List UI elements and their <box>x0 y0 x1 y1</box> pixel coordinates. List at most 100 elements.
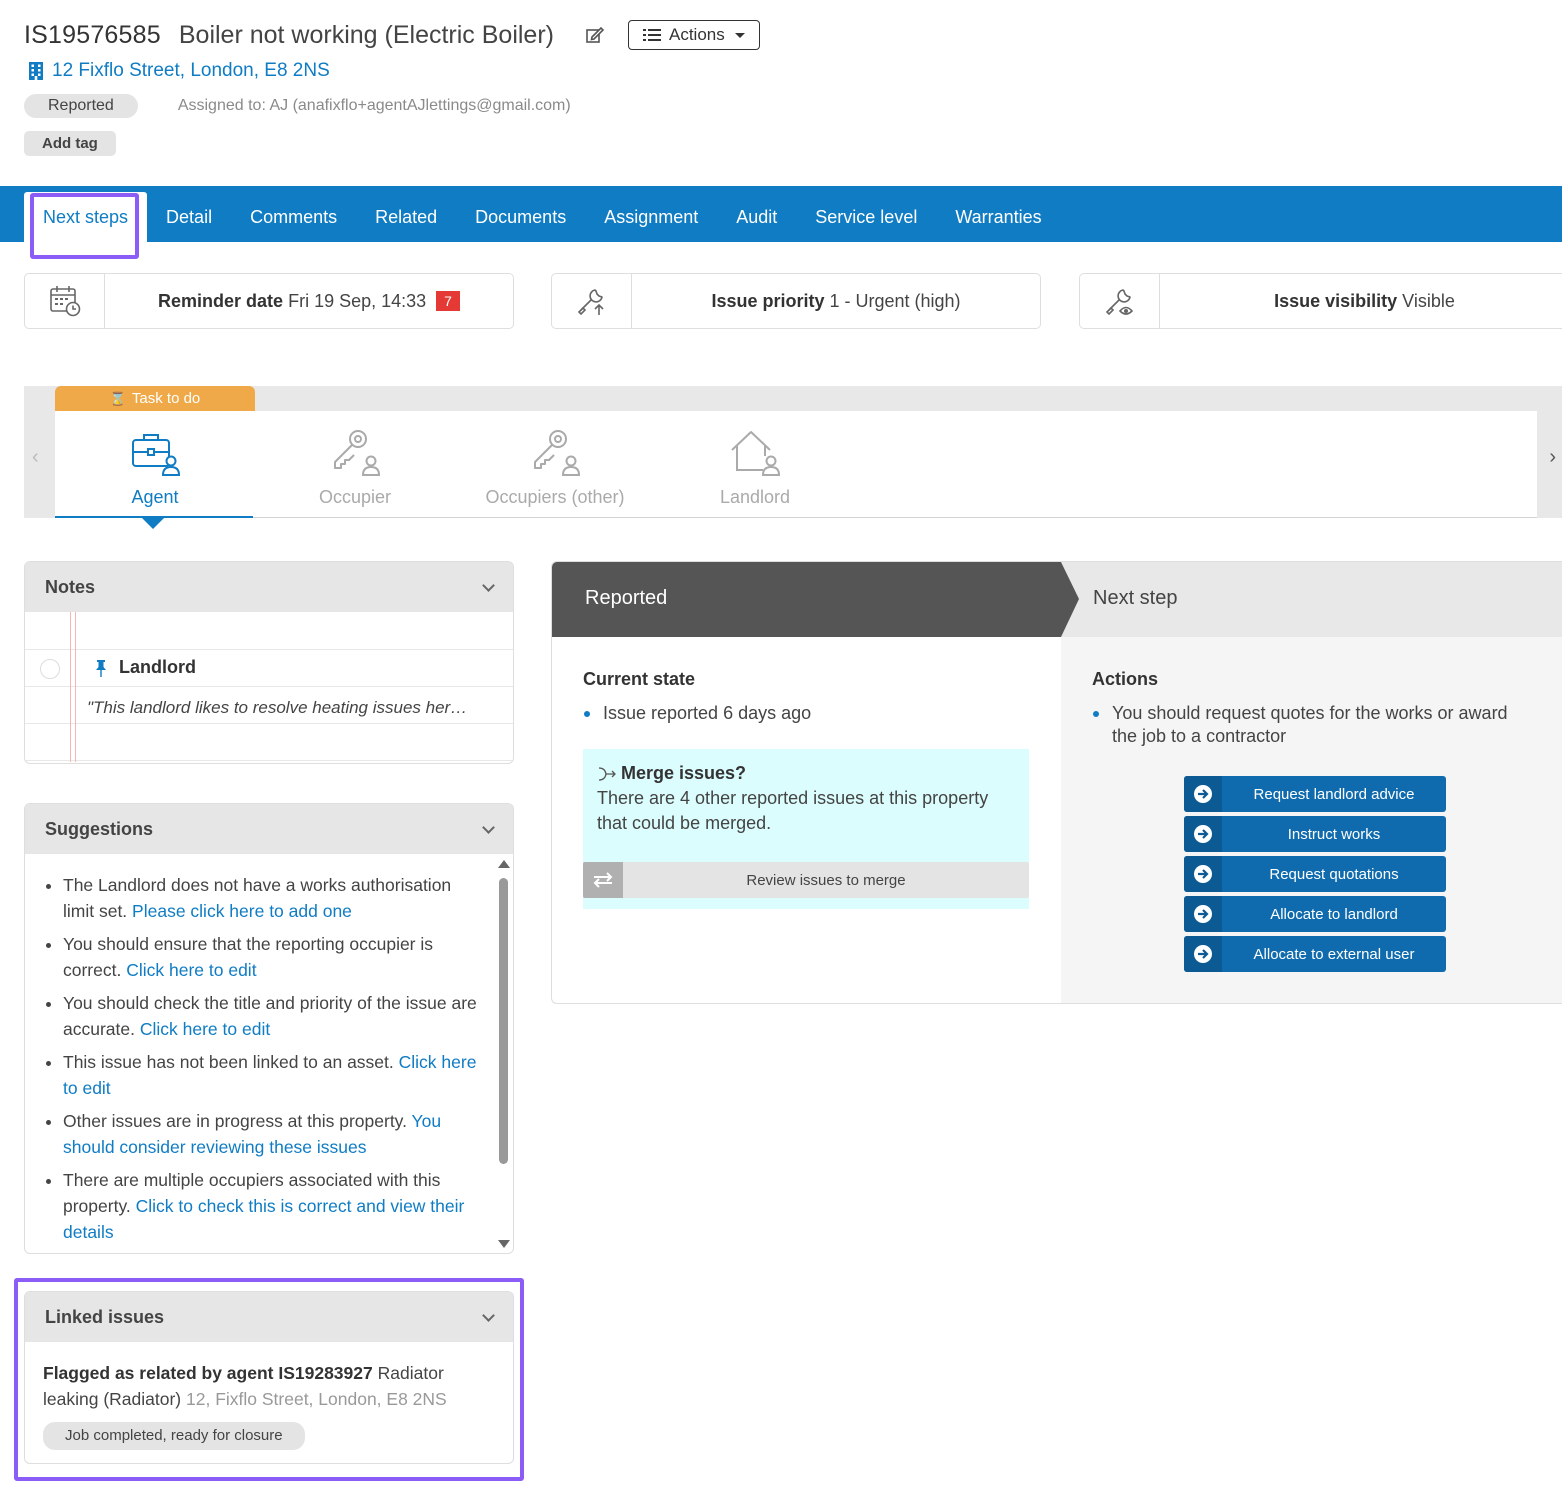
task-to-do-label: Task to do <box>131 390 201 407</box>
linked-issues-panel: Linked issues Flagged as related by agen… <box>24 1291 514 1464</box>
notes-header[interactable]: Notes <box>25 562 513 612</box>
party-occupiers-other[interactable]: Occupiers (other) <box>455 425 655 508</box>
arrow-right-circle-icon <box>1194 945 1212 963</box>
edit-title-link[interactable]: Click here to edit <box>140 1019 270 1039</box>
party-agent[interactable]: Agent <box>55 425 255 508</box>
scrollbar-thumb[interactable] <box>499 878 508 1164</box>
linked-flag-label: Flagged as related by agent IS19283927 <box>43 1363 373 1383</box>
tab-assignment[interactable]: Assignment <box>585 192 717 242</box>
tab-bar: Next steps Detail Comments Related Docum… <box>0 186 1562 242</box>
party-occupier[interactable]: Occupier <box>255 425 455 508</box>
priority-value: 1 - Urgent (high) <box>829 290 961 311</box>
chevron-down-icon <box>734 32 745 38</box>
reminder-count-badge: 7 <box>436 291 460 311</box>
linked-issues-title: Linked issues <box>45 1306 165 1327</box>
suggestions-list: The Landlord does not have a works autho… <box>43 872 483 1252</box>
list-item: The Landlord does not have a works autho… <box>63 872 483 924</box>
allocate-to-landlord-button[interactable]: Allocate to landlord <box>1184 896 1446 932</box>
linked-issue-item[interactable]: Flagged as related by agent IS19283927 R… <box>25 1342 513 1463</box>
scroll-down-icon[interactable] <box>498 1240 510 1248</box>
edit-occupier-link[interactable]: Click here to edit <box>126 960 256 980</box>
instruct-works-label: Instruct works <box>1287 825 1381 843</box>
suggestions-header[interactable]: Suggestions <box>25 804 513 854</box>
priority-label: Issue priority <box>711 290 825 311</box>
actions-button[interactable]: Actions <box>627 20 760 50</box>
actions-title: Actions <box>1092 669 1159 689</box>
linked-status-badge: Job completed, ready for closure <box>43 1422 305 1450</box>
merge-issues-box: Merge issues? There are 4 other reported… <box>583 749 1029 909</box>
issue-id: IS19576585 <box>24 20 161 49</box>
tab-audit[interactable]: Audit <box>717 192 796 242</box>
edit-icon[interactable] <box>584 24 606 46</box>
list-item: This issue has not been linked to an ass… <box>63 1049 483 1101</box>
arrow-right-circle-icon <box>1194 905 1212 923</box>
wrench-up-icon <box>577 289 604 316</box>
add-tag-button[interactable]: Add tag <box>24 131 116 156</box>
pin-icon <box>96 659 106 677</box>
scroll-up-icon[interactable] <box>498 860 510 868</box>
tab-service-level[interactable]: Service level <box>796 192 936 242</box>
current-state-item: Issue reported 6 days ago <box>603 703 812 723</box>
reminder-date-card[interactable]: Reminder date Fri 19 Sep, 14:33 7 <box>24 273 514 329</box>
tab-related[interactable]: Related <box>356 192 456 242</box>
arrow-right-circle-icon <box>1194 825 1212 843</box>
wrench-eye-icon <box>1105 289 1133 316</box>
party-agent-label: Agent <box>131 487 179 507</box>
visibility-value: Visible <box>1402 290 1455 311</box>
reminder-value: Fri 19 Sep, 14:33 <box>288 290 427 311</box>
tab-next-steps[interactable]: Next steps <box>24 192 148 242</box>
notes-title: Notes <box>45 576 96 597</box>
allocate-to-external-user-button[interactable]: Allocate to external user <box>1184 936 1446 972</box>
arrow-right-circle-icon <box>1194 865 1212 883</box>
instruct-works-button[interactable]: Instruct works <box>1184 816 1446 852</box>
chevron-down-icon <box>482 1308 495 1322</box>
request-quotations-label: Request quotations <box>1269 865 1399 883</box>
linked-issues-header[interactable]: Linked issues <box>25 1292 513 1342</box>
party-landlord-label: Landlord <box>719 487 791 507</box>
merge-title: Merge issues? <box>621 763 747 783</box>
request-landlord-advice-label: Request landlord advice <box>1253 785 1415 803</box>
task-to-do-tab: ⌛ Task to do <box>55 386 255 411</box>
tab-warranties[interactable]: Warranties <box>936 192 1060 242</box>
list-item: Other issues are in progress at this pro… <box>63 1108 483 1160</box>
chevron-left-icon[interactable]: ‹ <box>32 446 39 469</box>
chevron-down-icon <box>482 578 495 592</box>
arrow-right-circle-icon <box>1194 785 1212 803</box>
party-landlord[interactable]: Landlord <box>655 425 855 508</box>
reminder-label: Reminder date <box>158 290 284 311</box>
allocate-to-external-user-label: Allocate to external user <box>1253 945 1415 963</box>
tab-detail[interactable]: Detail <box>147 192 231 242</box>
visibility-label: Issue visibility <box>1274 290 1398 311</box>
list-item: You should ensure that the reporting occ… <box>63 931 483 983</box>
review-merge-label: Review issues to merge <box>746 871 906 889</box>
chevron-right-icon[interactable]: › <box>1549 446 1556 469</box>
house-person-icon <box>731 431 781 476</box>
tab-documents[interactable]: Documents <box>456 192 585 242</box>
request-quotations-button[interactable]: Request quotations <box>1184 856 1446 892</box>
issue-priority-card[interactable]: Issue priority 1 - Urgent (high) <box>551 273 1041 329</box>
suggestions-scrollbar[interactable] <box>497 860 510 1248</box>
note-title: Landlord <box>119 657 196 677</box>
allocate-to-landlord-label: Allocate to landlord <box>1270 905 1398 923</box>
property-address-link[interactable]: 12 Fixflo Street, London, E8 2NS <box>24 60 924 82</box>
briefcase-person-icon <box>132 434 181 476</box>
request-landlord-advice-button[interactable]: Request landlord advice <box>1184 776 1446 812</box>
hourglass-icon: ⌛ <box>109 390 126 406</box>
actions-item: You should request quotes for the works … <box>1112 703 1508 746</box>
workflow-panel: Reported Next step Current state Issue r… <box>551 561 1562 1004</box>
pinned-note[interactable]: Landlord <box>93 657 196 678</box>
merge-text: There are 4 other reported issues at thi… <box>597 788 989 833</box>
tab-comments[interactable]: Comments <box>231 192 356 242</box>
party-occupiers-other-label: Occupiers (other) <box>485 487 625 507</box>
issue-title: Boiler not working (Electric Boiler) <box>178 20 554 49</box>
list-item: You should check the title and priority … <box>63 990 483 1042</box>
review-issues-to-merge-button[interactable]: Review issues to merge <box>583 862 1029 898</box>
issue-visibility-card[interactable]: Issue visibility Visible <box>1079 273 1562 329</box>
status-badge: Reported <box>24 94 138 118</box>
issue-header: IS19576585 Boiler not working (Electric … <box>24 18 924 156</box>
swap-icon <box>593 872 613 888</box>
add-limit-link[interactable]: Please click here to add one <box>132 901 352 921</box>
note-select-radio[interactable] <box>40 659 60 679</box>
chevron-down-icon <box>482 820 495 834</box>
notes-panel: Notes Landlord "This landlord likes to r… <box>24 561 514 764</box>
